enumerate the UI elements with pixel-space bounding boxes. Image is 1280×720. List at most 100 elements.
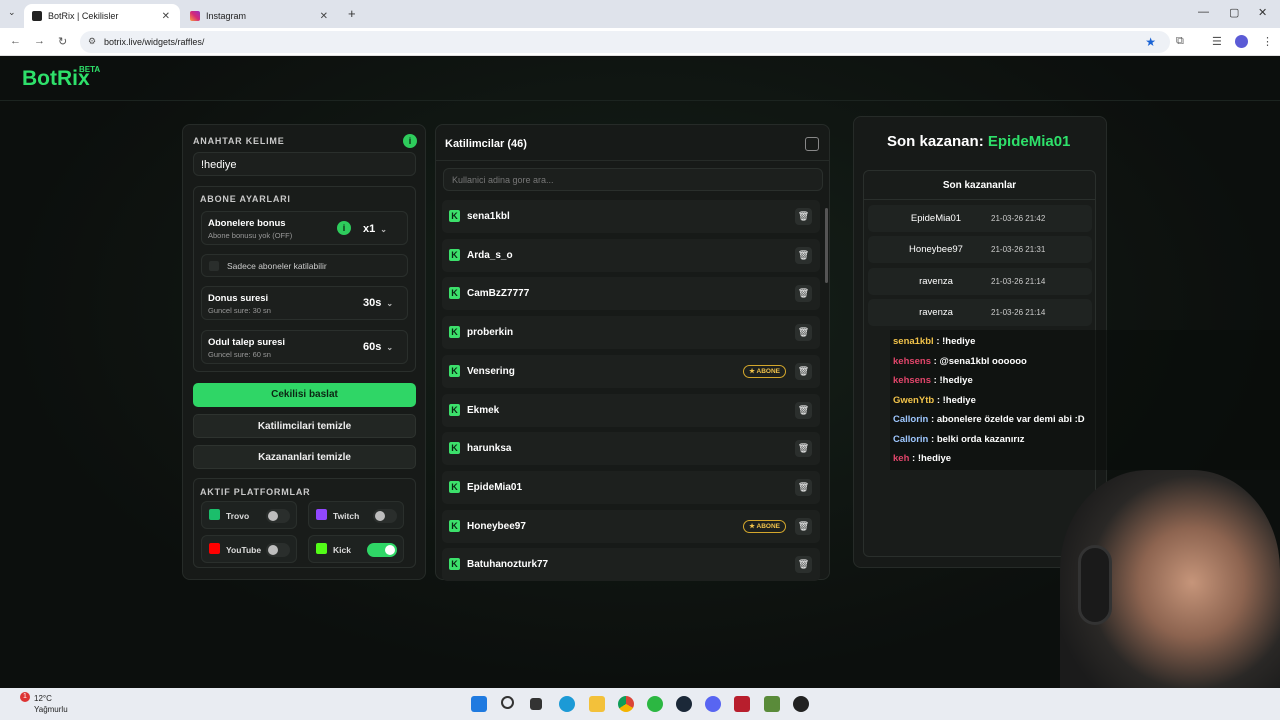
url-field[interactable]: ⚙ botrix.live/widgets/raffles/ ★ bbox=[80, 31, 1170, 53]
winner-name: ravenza bbox=[919, 306, 953, 318]
whatsapp-icon[interactable] bbox=[647, 696, 663, 712]
chevron-down-icon: ⌄ bbox=[380, 225, 387, 234]
clear-participants-button[interactable]: Katilimcilari temizle bbox=[193, 414, 416, 438]
tab-title: BotRix | Cekilisler bbox=[48, 11, 119, 21]
trash-icon[interactable]: 🗑 bbox=[795, 324, 812, 342]
trash-icon[interactable]: 🗑 bbox=[795, 517, 812, 535]
back-icon[interactable]: ← bbox=[10, 35, 21, 47]
address-bar-row: ← → ↻ ⚙ botrix.live/widgets/raffles/ ★ ⧉… bbox=[0, 28, 1280, 56]
discord-icon[interactable] bbox=[705, 696, 721, 712]
kick-icon: K bbox=[449, 480, 460, 493]
kick-icon: K bbox=[449, 442, 460, 455]
trash-icon[interactable]: 🗑 bbox=[795, 478, 812, 496]
participants-divider bbox=[436, 160, 829, 161]
claim-time-sub: Guncel sure: 60 sn bbox=[208, 350, 271, 359]
search-icon[interactable] bbox=[501, 696, 514, 709]
sub-bonus-select[interactable]: x1 ⌄ bbox=[363, 223, 387, 235]
winner-date: 21-03-26 21:14 bbox=[991, 307, 1046, 317]
bonus-time-sub: Guncel sure: 30 sn bbox=[208, 306, 271, 315]
trovo-toggle[interactable] bbox=[266, 509, 290, 523]
headset bbox=[1078, 545, 1112, 625]
winner-date: 21-03-26 21:14 bbox=[991, 276, 1046, 286]
profile-avatar[interactable] bbox=[1235, 35, 1248, 48]
sub-bonus-title: Abonelere bonus bbox=[208, 218, 286, 229]
tab-instagram[interactable]: Instagram ✕ bbox=[182, 4, 338, 28]
participant-name: Vensering bbox=[467, 365, 515, 377]
participant-search-input[interactable]: Kullanici adina gore ara... bbox=[443, 168, 823, 191]
video-editor-icon[interactable] bbox=[734, 696, 750, 712]
kick-icon: K bbox=[449, 248, 460, 261]
participant-row: Kharunksa 🗑 bbox=[442, 432, 820, 466]
participant-row: Kproberkin 🗑 bbox=[442, 316, 820, 350]
youtube-icon bbox=[209, 543, 220, 554]
forward-icon[interactable]: → bbox=[34, 35, 45, 47]
trash-icon[interactable]: 🗑 bbox=[795, 362, 812, 380]
media-icon[interactable]: ☰ bbox=[1212, 35, 1222, 48]
notification-badge: 1 bbox=[20, 692, 30, 702]
start-icon[interactable] bbox=[471, 696, 487, 712]
keyword-input[interactable]: !hediye bbox=[193, 152, 416, 176]
edge-icon[interactable] bbox=[559, 696, 575, 712]
botrix-logo[interactable]: BotRix BETA bbox=[22, 65, 100, 91]
info-icon[interactable]: i bbox=[337, 221, 351, 235]
kick-icon: K bbox=[449, 403, 460, 416]
only-subs-checkbox[interactable] bbox=[209, 261, 219, 271]
app-header: BotRix BETA bbox=[0, 57, 1280, 101]
chat-text: : belki orda kazanırız bbox=[931, 433, 1025, 445]
participant-row: K EpideMia01 🗑 bbox=[442, 470, 820, 504]
participant-name: proberkin bbox=[467, 327, 514, 339]
task-view-icon[interactable] bbox=[530, 698, 542, 710]
kick-icon: K bbox=[449, 210, 460, 222]
youtube-toggle[interactable] bbox=[266, 543, 290, 557]
bonus-time-title: Donus suresi bbox=[208, 293, 269, 304]
close-tab-icon[interactable]: ✕ bbox=[162, 11, 170, 22]
copy-icon[interactable] bbox=[805, 137, 819, 151]
chat-message: keh : !hediye bbox=[893, 453, 951, 464]
winner-name: Honeybee97 bbox=[909, 244, 963, 256]
obs-icon[interactable] bbox=[793, 696, 809, 712]
trovo-icon bbox=[209, 509, 220, 520]
reload-icon[interactable]: ↻ bbox=[58, 35, 67, 48]
participant-row: K Arda_s_o 🗑 bbox=[442, 238, 820, 272]
bonus-time-select[interactable]: 30s ⌄ bbox=[363, 297, 393, 309]
file-explorer-icon[interactable] bbox=[589, 696, 605, 712]
trash-icon[interactable]: 🗑 bbox=[795, 208, 812, 225]
trash-icon[interactable]: 🗑 bbox=[795, 401, 812, 419]
claim-time-select[interactable]: 60s ⌄ bbox=[363, 341, 393, 353]
site-info-icon[interactable]: ⚙ bbox=[88, 36, 96, 47]
kick-icon: K bbox=[449, 558, 460, 571]
start-raffle-button[interactable]: Cekilisi baslat bbox=[193, 383, 416, 407]
kick-toggle[interactable] bbox=[367, 543, 397, 557]
info-icon[interactable]: i bbox=[403, 134, 417, 148]
trash-icon[interactable]: 🗑 bbox=[795, 246, 812, 264]
chat-message: kehsens : !hediye bbox=[893, 375, 973, 386]
winner-name: ravenza bbox=[919, 275, 953, 287]
new-tab-button[interactable]: + bbox=[348, 6, 356, 21]
chat-message: sena1kbl : !hediye bbox=[893, 336, 975, 347]
trash-icon[interactable]: 🗑 bbox=[795, 440, 812, 458]
menu-icon[interactable]: ⋮ bbox=[1262, 35, 1273, 48]
chat-text: : !hediye bbox=[936, 336, 976, 347]
tab-list-button[interactable]: ⌄ bbox=[8, 7, 16, 18]
trash-icon[interactable]: 🗑 bbox=[795, 556, 812, 574]
tab-botrix[interactable]: BotRix | Cekilisler ✕ bbox=[24, 4, 180, 28]
close-window-button[interactable]: ✕ bbox=[1258, 6, 1267, 19]
scrollbar[interactable] bbox=[825, 208, 828, 283]
trash-icon[interactable]: 🗑 bbox=[795, 285, 812, 303]
bookmark-star-icon[interactable]: ★ bbox=[1145, 35, 1156, 49]
minimize-button[interactable]: — bbox=[1198, 6, 1209, 18]
platform-kick: Kick bbox=[308, 535, 404, 563]
kick-icon: K bbox=[449, 364, 460, 377]
extensions-icon[interactable]: ⧉ bbox=[1176, 35, 1184, 48]
participant-row: Ksena1kbl 🗑 bbox=[442, 200, 820, 233]
last-winner-name: EpideMia01 bbox=[987, 133, 1071, 150]
chat-text: : !hediye bbox=[933, 375, 973, 386]
close-tab-icon[interactable]: ✕ bbox=[320, 11, 328, 22]
minecraft-icon[interactable] bbox=[764, 696, 780, 712]
maximize-button[interactable]: ▢ bbox=[1229, 6, 1239, 19]
winner-row: Honeybee97 21-03-26 21:31 bbox=[868, 236, 1092, 264]
steam-icon[interactable] bbox=[676, 696, 692, 712]
chrome-icon[interactable] bbox=[618, 696, 634, 712]
clear-winners-button[interactable]: Kazananlari temizle bbox=[193, 445, 416, 469]
twitch-toggle[interactable] bbox=[373, 509, 397, 523]
